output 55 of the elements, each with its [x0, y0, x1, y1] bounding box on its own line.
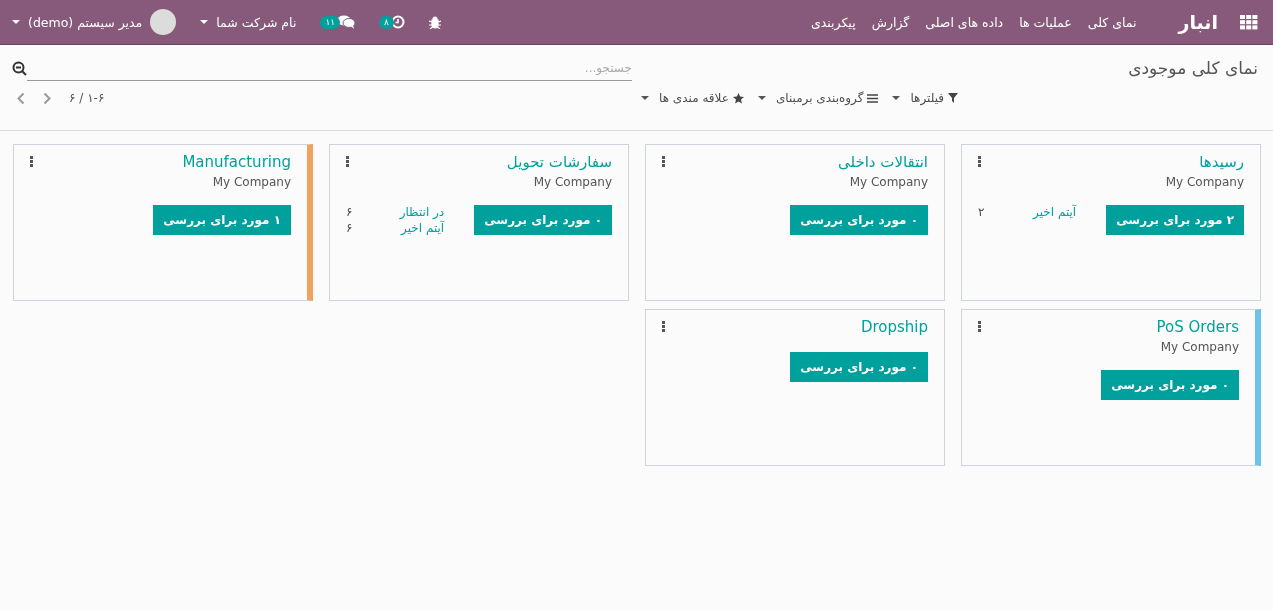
more-options-icon[interactable] — [978, 321, 981, 332]
card-title[interactable]: انتقالات داخلی — [837, 153, 928, 171]
search-icon[interactable] — [12, 60, 27, 76]
more-options-icon[interactable] — [662, 156, 665, 167]
company-switcher[interactable]: نام شرکت شما — [200, 14, 297, 30]
stat-link[interactable]: آیتم اخیر — [1033, 205, 1077, 219]
company-name: My Company — [848, 175, 928, 189]
company-name: My Company — [1165, 175, 1244, 189]
previous-page-icon[interactable] — [17, 91, 25, 105]
filter-dropdown[interactable]: گروه‌بندی برمبنای — [757, 91, 879, 105]
company-name: My Company — [532, 175, 612, 189]
card-title[interactable]: سفارشات تحویل — [506, 153, 612, 171]
more-options-icon[interactable] — [662, 321, 665, 332]
menu-item[interactable]: پیکربندی — [810, 14, 856, 30]
stat-link[interactable]: آیتم اخیر — [401, 221, 445, 235]
stat-value: ۶ — [346, 221, 353, 235]
card-title[interactable]: Dropship — [860, 318, 928, 336]
activity-count-badge: ۸ — [379, 15, 394, 29]
apps-menu-icon[interactable] — [1240, 14, 1258, 30]
more-options-icon[interactable] — [30, 156, 33, 167]
message-count-badge: ۱۱ — [320, 15, 341, 29]
pager-value: ۱-۶ / ۶ — [69, 91, 105, 105]
bug-icon[interactable] — [428, 15, 441, 29]
menu-item[interactable]: گزارش — [871, 14, 910, 30]
to-process-button[interactable]: ۲ مورد برای بررسی — [1106, 205, 1244, 235]
to-process-button[interactable]: ۱ مورد برای بررسی — [153, 205, 291, 235]
next-page-icon[interactable] — [43, 91, 51, 105]
app-name: انبار — [1178, 11, 1218, 33]
company-name: My Company — [211, 175, 291, 189]
menu-item[interactable]: نمای کلی — [1087, 14, 1137, 30]
card-title[interactable]: رسیدها — [1165, 153, 1244, 171]
more-options-icon[interactable] — [346, 156, 349, 167]
filter-icon — [948, 93, 958, 103]
card-title[interactable]: Manufacturing — [182, 153, 291, 171]
stat-value: ۶ — [346, 205, 353, 219]
messages-button[interactable]: ۱۱ — [320, 15, 356, 29]
more-options-icon[interactable] — [978, 156, 981, 167]
filter-dropdown[interactable]: فیلترها — [892, 91, 958, 105]
to-process-button[interactable]: ۰ مورد برای بررسی — [790, 352, 928, 382]
company-name: My Company — [1159, 340, 1239, 354]
user-menu[interactable]: مدیر سیستم (demo) — [12, 9, 177, 35]
page-title: نمای کلی موجودی — [1128, 58, 1258, 78]
search-field[interactable]: جستجو... — [27, 55, 632, 81]
star-icon — [732, 92, 744, 104]
to-process-button[interactable]: ۰ مورد برای بررسی — [474, 205, 612, 235]
list-icon — [867, 93, 879, 103]
to-process-button[interactable]: ۰ مورد برای بررسی — [790, 205, 928, 235]
filter-dropdown[interactable]: علاقه مندی ها — [641, 91, 744, 105]
menu-item[interactable]: داده های اصلی — [925, 14, 1004, 30]
menu-item[interactable]: عملیات ها — [1019, 14, 1072, 30]
avatar-icon — [150, 9, 177, 35]
stat-link[interactable]: در انتظار — [399, 205, 445, 219]
to-process-button[interactable]: ۰ مورد برای بررسی — [1101, 370, 1239, 400]
stat-value: ۲ — [978, 205, 985, 219]
card-title[interactable]: PoS Orders — [1156, 318, 1239, 336]
